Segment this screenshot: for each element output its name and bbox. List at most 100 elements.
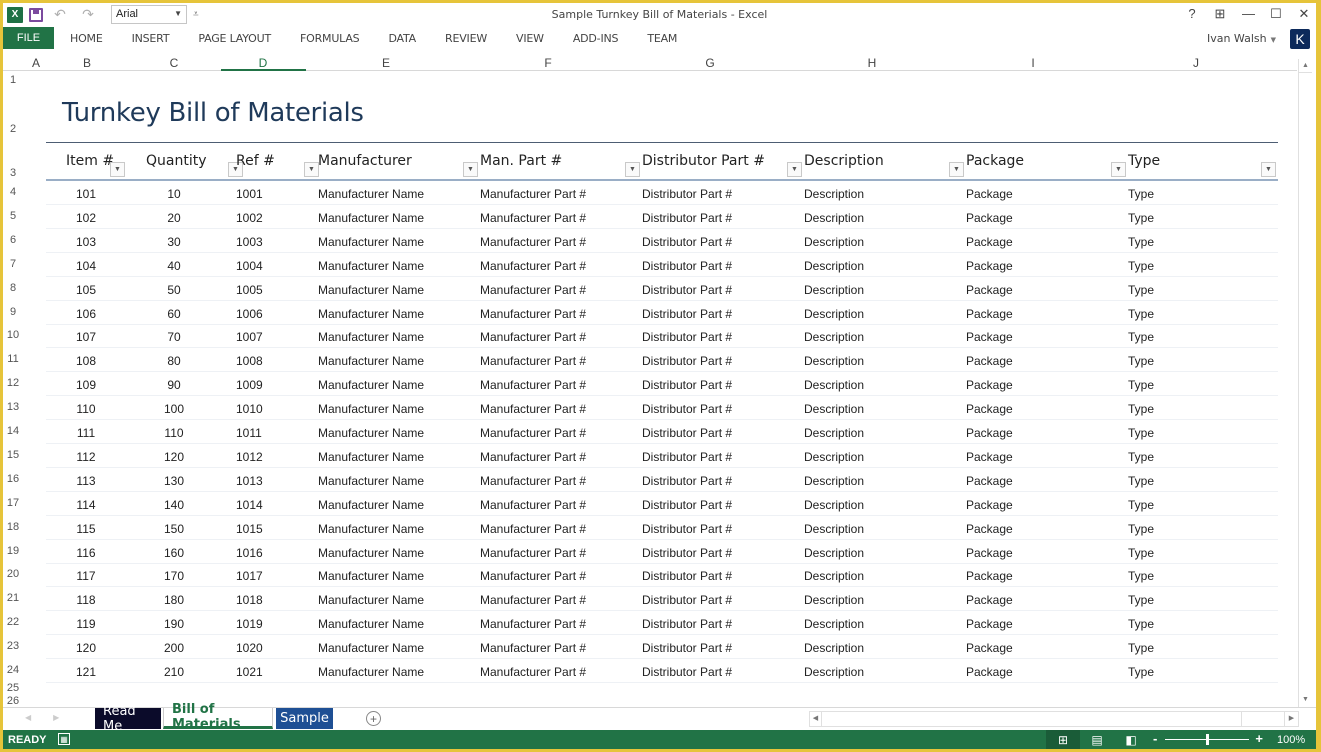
user-account-menu[interactable]: Ivan Walsh ▼ xyxy=(1207,32,1276,45)
row-header[interactable]: 2 xyxy=(3,123,23,135)
page-layout-view-icon[interactable]: ▤ xyxy=(1080,730,1114,749)
zoom-in-icon[interactable]: + xyxy=(1255,731,1263,746)
cell-package[interactable]: Package xyxy=(966,307,1013,321)
tab-home[interactable]: HOME xyxy=(70,32,103,45)
cell-type[interactable]: Type xyxy=(1128,426,1154,440)
zoom-slider-handle[interactable] xyxy=(1206,734,1209,745)
cell-manufacturer[interactable]: Manufacturer Name xyxy=(318,641,424,655)
cell-man-part[interactable]: Manufacturer Part # xyxy=(480,187,586,201)
cell-type[interactable]: Type xyxy=(1128,402,1154,416)
column-header-f[interactable]: F xyxy=(544,56,551,70)
filter-dropdown-icon[interactable]: ▼ xyxy=(625,162,640,177)
cell-quantity[interactable]: 90 xyxy=(167,378,180,392)
column-header-e[interactable]: E xyxy=(382,56,390,70)
row-header[interactable]: 21 xyxy=(3,592,23,604)
cell-item[interactable]: 106 xyxy=(76,307,96,321)
cell-quantity[interactable]: 160 xyxy=(164,546,184,560)
cell-ref[interactable]: 1001 xyxy=(236,187,263,201)
cell-man-part[interactable]: Manufacturer Part # xyxy=(480,617,586,631)
row-header[interactable]: 15 xyxy=(3,449,23,461)
cell-quantity[interactable]: 180 xyxy=(164,593,184,607)
cell-man-part[interactable]: Manufacturer Part # xyxy=(480,450,586,464)
cell-distributor-part[interactable]: Distributor Part # xyxy=(642,569,732,583)
cell-quantity[interactable]: 20 xyxy=(167,211,180,225)
cell-distributor-part[interactable]: Distributor Part # xyxy=(642,498,732,512)
tab-formulas[interactable]: FORMULAS xyxy=(300,32,360,45)
row-header[interactable]: 8 xyxy=(3,282,23,294)
column-header-b[interactable]: B xyxy=(83,56,91,70)
cell-quantity[interactable]: 130 xyxy=(164,474,184,488)
cell-quantity[interactable]: 60 xyxy=(167,307,180,321)
close-icon[interactable]: ✕ xyxy=(1298,6,1310,22)
column-header-a[interactable]: A xyxy=(32,56,40,70)
cell-quantity[interactable]: 50 xyxy=(167,283,180,297)
scroll-up-icon[interactable]: ▲ xyxy=(1299,59,1312,73)
macro-record-icon[interactable]: ▦ xyxy=(58,733,70,745)
cell-distributor-part[interactable]: Distributor Part # xyxy=(642,211,732,225)
cell-man-part[interactable]: Manufacturer Part # xyxy=(480,259,586,273)
cell-manufacturer[interactable]: Manufacturer Name xyxy=(318,211,424,225)
cell-type[interactable]: Type xyxy=(1128,330,1154,344)
cell-package[interactable]: Package xyxy=(966,187,1013,201)
cell-type[interactable]: Type xyxy=(1128,307,1154,321)
cell-man-part[interactable]: Manufacturer Part # xyxy=(480,593,586,607)
cell-description[interactable]: Description xyxy=(804,378,864,392)
cell-ref[interactable]: 1021 xyxy=(236,665,263,679)
row-header[interactable]: 4 xyxy=(3,186,23,198)
cell-distributor-part[interactable]: Distributor Part # xyxy=(642,426,732,440)
column-header-c[interactable]: C xyxy=(170,56,179,70)
tab-review[interactable]: REVIEW xyxy=(445,32,487,45)
cell-manufacturer[interactable]: Manufacturer Name xyxy=(318,426,424,440)
cell-type[interactable]: Type xyxy=(1128,593,1154,607)
cell-description[interactable]: Description xyxy=(804,330,864,344)
cell-item[interactable]: 112 xyxy=(76,450,95,464)
row-header[interactable]: 18 xyxy=(3,521,23,533)
cell-distributor-part[interactable]: Distributor Part # xyxy=(642,665,732,679)
cell-manufacturer[interactable]: Manufacturer Name xyxy=(318,569,424,583)
maximize-icon[interactable]: ☐ xyxy=(1270,6,1282,22)
cell-item[interactable]: 121 xyxy=(76,665,96,679)
cell-quantity[interactable]: 140 xyxy=(164,498,184,512)
column-header-g[interactable]: G xyxy=(705,56,714,70)
cell-quantity[interactable]: 190 xyxy=(164,617,184,631)
filter-dropdown-icon[interactable]: ▼ xyxy=(949,162,964,177)
cell-distributor-part[interactable]: Distributor Part # xyxy=(642,259,732,273)
tab-file[interactable]: FILE xyxy=(3,27,54,49)
cell-type[interactable]: Type xyxy=(1128,211,1154,225)
minimize-icon[interactable]: — xyxy=(1242,6,1255,22)
cell-man-part[interactable]: Manufacturer Part # xyxy=(480,498,586,512)
horizontal-scrollbar[interactable]: ◀ ▶ xyxy=(809,711,1299,727)
cell-type[interactable]: Type xyxy=(1128,235,1154,249)
cell-item[interactable]: 111 xyxy=(77,426,95,440)
column-header-d[interactable]: D xyxy=(259,56,268,70)
cell-ref[interactable]: 1012 xyxy=(236,450,263,464)
avatar[interactable]: K xyxy=(1290,29,1310,49)
scroll-down-icon[interactable]: ▼ xyxy=(1299,693,1312,707)
cell-distributor-part[interactable]: Distributor Part # xyxy=(642,235,732,249)
cell-ref[interactable]: 1005 xyxy=(236,283,263,297)
page-break-view-icon[interactable]: ◧ xyxy=(1114,730,1148,749)
cell-ref[interactable]: 1002 xyxy=(236,211,263,225)
cell-type[interactable]: Type xyxy=(1128,546,1154,560)
cell-package[interactable]: Package xyxy=(966,354,1013,368)
cell-man-part[interactable]: Manufacturer Part # xyxy=(480,235,586,249)
row-header[interactable]: 16 xyxy=(3,473,23,485)
cell-ref[interactable]: 1006 xyxy=(236,307,263,321)
cell-item[interactable]: 118 xyxy=(76,593,95,607)
row-header[interactable]: 19 xyxy=(3,545,23,557)
cell-manufacturer[interactable]: Manufacturer Name xyxy=(318,593,424,607)
filter-dropdown-icon[interactable]: ▼ xyxy=(1111,162,1126,177)
cell-package[interactable]: Package xyxy=(966,617,1013,631)
cell-item[interactable]: 109 xyxy=(76,378,96,392)
zoom-out-icon[interactable]: - xyxy=(1153,731,1157,746)
cell-manufacturer[interactable]: Manufacturer Name xyxy=(318,617,424,631)
cell-item[interactable]: 119 xyxy=(76,617,95,631)
column-header-j[interactable]: J xyxy=(1193,56,1199,70)
cell-distributor-part[interactable]: Distributor Part # xyxy=(642,283,732,297)
cell-manufacturer[interactable]: Manufacturer Name xyxy=(318,474,424,488)
cell-package[interactable]: Package xyxy=(966,498,1013,512)
sheet-tab-read-me[interactable]: Read Me xyxy=(95,704,161,734)
cell-manufacturer[interactable]: Manufacturer Name xyxy=(318,307,424,321)
cell-distributor-part[interactable]: Distributor Part # xyxy=(642,187,732,201)
cell-quantity[interactable]: 10 xyxy=(167,187,180,201)
